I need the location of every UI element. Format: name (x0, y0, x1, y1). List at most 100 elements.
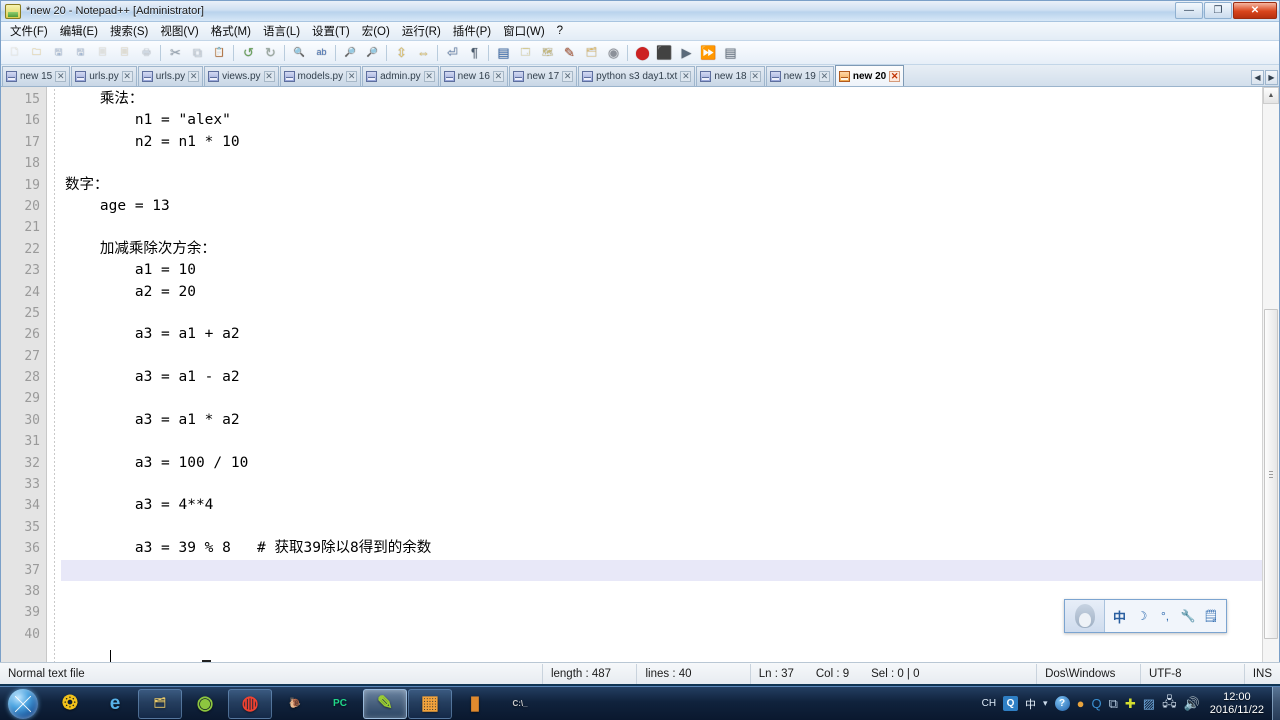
tab-close-icon[interactable]: ✕ (749, 71, 761, 82)
macro-play-multiple-icon[interactable]: ⏩ (698, 42, 719, 63)
open-file-icon[interactable]: 🗀 (26, 42, 47, 63)
tab-close-icon[interactable]: ✕ (889, 70, 901, 82)
tab-models-py[interactable]: models.py ✕ (279, 66, 362, 86)
tab-close-icon[interactable]: ✕ (423, 71, 435, 82)
tab-urls-py[interactable]: urls.py ✕ (71, 66, 137, 86)
tab-python-s3-day1-txt[interactable]: python s3 day1.txt ✕ (578, 66, 696, 86)
code-line[interactable] (61, 474, 1279, 495)
tab-scroll-right-button[interactable]: ▶ (1265, 70, 1278, 85)
redo-icon[interactable]: ↻ (260, 42, 281, 63)
tab-views-py[interactable]: views.py ✕ (204, 66, 279, 86)
code-line[interactable]: a2 = 20 (61, 282, 1279, 303)
tray-screenshot-icon[interactable]: ▨ (1143, 696, 1155, 712)
wrench-icon[interactable]: 🔧 (1181, 609, 1196, 623)
scrollbar-thumb[interactable] (1264, 309, 1278, 639)
tab-close-icon[interactable]: ✕ (492, 71, 504, 82)
tab-close-icon[interactable]: ✕ (121, 71, 133, 82)
menu-item-11[interactable]: ? (551, 23, 569, 39)
save-all-icon[interactable]: 🖫 (70, 42, 91, 63)
code-line[interactable] (61, 517, 1279, 538)
code-line[interactable]: a3 = a1 - a2 (61, 367, 1279, 388)
close-button[interactable]: ✕ (1233, 2, 1277, 19)
monitoring-icon[interactable]: ◉ (603, 42, 624, 63)
menu-item-0[interactable]: 文件(F) (4, 21, 54, 41)
tray-qq-input-icon[interactable]: Q (1003, 696, 1019, 711)
tray-help-icon[interactable]: ? (1054, 696, 1070, 711)
tray-qq-icon[interactable]: Q (1091, 696, 1101, 711)
code-line[interactable]: a3 = a1 + a2 (61, 324, 1279, 345)
menu-item-10[interactable]: 窗口(W) (497, 21, 551, 41)
code-line[interactable]: a3 = 39 % 8 # 获取39除以8得到的余数 (61, 538, 1279, 559)
taskbar-orange-app[interactable]: ▦ (408, 688, 452, 719)
menu-item-9[interactable]: 插件(P) (447, 21, 497, 41)
document-map-icon[interactable]: 🗺 (537, 42, 558, 63)
code-line[interactable] (61, 431, 1279, 452)
replace-icon[interactable]: ab (311, 42, 332, 63)
code-text[interactable]: 乘法： n1 = "alex" n2 = n1 * 10 数字： age = 13… (61, 87, 1279, 683)
ime-toolbar[interactable]: 中 ☽ °, 🔧 🗒 (1064, 599, 1228, 633)
copy-icon[interactable]: ⧉ (187, 42, 208, 63)
code-line[interactable]: 数字： (61, 175, 1279, 196)
tab-close-icon[interactable]: ✕ (263, 71, 275, 82)
code-line[interactable]: age = 13 (61, 196, 1279, 217)
code-line[interactable]: a3 = 4**4 (61, 495, 1279, 516)
tab-scroll-left-button[interactable]: ◀ (1251, 70, 1264, 85)
zoom-in-icon[interactable]: 🔎 (340, 42, 361, 63)
tab-new-15[interactable]: new 15 ✕ (2, 66, 71, 86)
taskbar-snail-app[interactable]: 🐌 (273, 689, 317, 719)
find-icon[interactable]: 🔍 (289, 42, 310, 63)
cut-icon[interactable]: ✂ (165, 42, 186, 63)
fold-margin[interactable] (47, 87, 61, 683)
scroll-up-button[interactable]: ▲ (1263, 87, 1279, 104)
moon-icon[interactable]: ☽ (1135, 609, 1149, 623)
code-line[interactable]: a3 = 100 / 10 (61, 453, 1279, 474)
tab-close-icon[interactable]: ✕ (346, 71, 358, 82)
tray-ime-chevron-down-icon[interactable]: ▾ (1043, 698, 1048, 709)
tab-admin-py[interactable]: admin.py ✕ (362, 66, 439, 86)
code-line[interactable]: 乘法： (61, 89, 1279, 110)
tab-new-19[interactable]: new 19 ✕ (765, 66, 834, 86)
taskbar-google-chrome[interactable]: ◍ (228, 688, 272, 719)
tray-action-center-icon[interactable]: ✚ (1125, 696, 1136, 712)
code-line[interactable] (61, 559, 1279, 581)
tab-close-icon[interactable]: ✕ (188, 71, 200, 82)
editor-area[interactable]: 15 16 17 18 19 20 21 22 23 24 25 26 27 28 29 30 31 32 33 34… (1, 87, 1279, 683)
tab-close-icon[interactable]: ✕ (55, 71, 67, 82)
menu-item-3[interactable]: 视图(V) (154, 21, 204, 41)
menu-item-8[interactable]: 运行(R) (396, 21, 447, 41)
tray-volume-icon[interactable]: 🔊 (1184, 696, 1200, 712)
taskbar-pycharm[interactable]: PC (318, 689, 362, 719)
print-icon[interactable]: 🖶 (136, 42, 157, 63)
toolbox-icon[interactable]: 🗒 (1203, 609, 1218, 623)
code-line[interactable] (61, 346, 1279, 367)
menu-item-2[interactable]: 搜索(S) (104, 21, 154, 41)
close-file-icon[interactable]: 🗏 (92, 42, 113, 63)
code-line[interactable]: 加减乘除次方余： (61, 239, 1279, 260)
show-all-characters-icon[interactable]: ¶ (464, 42, 485, 63)
macro-record-icon[interactable]: ⬤ (632, 42, 653, 63)
vertical-scrollbar[interactable]: ▲ ▼ (1262, 87, 1279, 683)
punctuation-icon[interactable]: °, (1158, 609, 1172, 623)
tab-close-icon[interactable]: ✕ (562, 71, 574, 82)
scrollbar-track[interactable] (1263, 104, 1279, 666)
tab-close-icon[interactable]: ✕ (818, 71, 830, 82)
tray-network-icon[interactable]: 🖧 (1162, 693, 1177, 715)
tab-new-17[interactable]: new 17 ✕ (508, 66, 578, 86)
code-line[interactable] (61, 303, 1279, 324)
code-line[interactable] (61, 153, 1279, 174)
taskbar-command-prompt[interactable]: C:\_ (498, 689, 542, 719)
code-line[interactable] (61, 388, 1279, 409)
user-defined-dialog-icon[interactable]: 🗔 (515, 42, 536, 63)
tray-language-indicator[interactable]: CH (982, 698, 996, 709)
tab-urls-py[interactable]: urls.py ✕ (137, 66, 204, 86)
menu-item-7[interactable]: 宏(O) (356, 21, 396, 41)
macro-save-icon[interactable]: ▤ (720, 42, 741, 63)
sync-scroll-vertical-icon[interactable]: ⇳ (391, 42, 412, 63)
tab-new-18[interactable]: new 18 ✕ (696, 66, 765, 86)
indent-guide-icon[interactable]: ▤ (493, 42, 514, 63)
code-line[interactable]: a3 = a1 * a2 (61, 410, 1279, 431)
new-file-icon[interactable]: 🗋 (4, 42, 25, 63)
taskbar-360-safe[interactable]: ❂ (48, 689, 92, 719)
save-icon[interactable]: 🖫 (48, 42, 69, 63)
restore-button[interactable]: ❐ (1204, 2, 1232, 19)
